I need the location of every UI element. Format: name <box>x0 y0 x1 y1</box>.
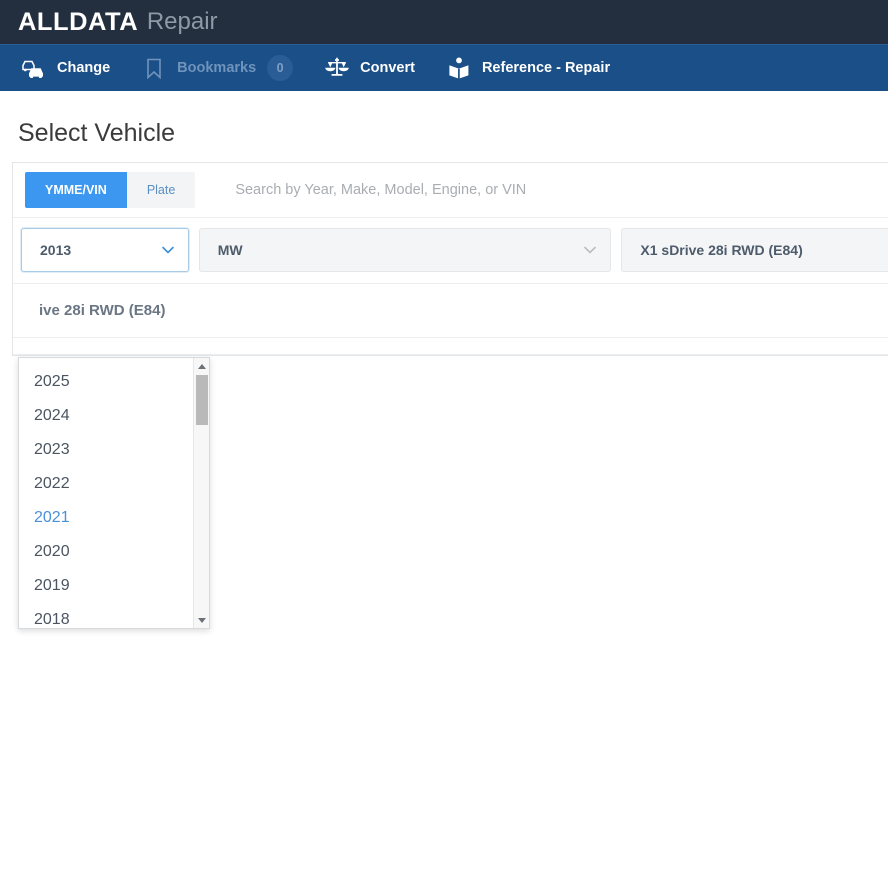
tab-plate[interactable]: Plate <box>126 172 196 208</box>
nav-label-change: Change <box>57 60 111 76</box>
main-navigation-bar: Change Bookmarks 0 Convert Reference - R… <box>0 44 888 91</box>
scroll-down-arrow-icon[interactable] <box>194 613 210 627</box>
vehicle-selector-row: 2013 MW X1 sDrive 28i RWD (E84) <box>13 218 888 283</box>
year-select[interactable]: 2013 <box>21 228 189 272</box>
page-title: Select Vehicle <box>18 119 176 147</box>
vehicle-search-input[interactable] <box>233 181 888 199</box>
balance-scale-icon <box>323 56 351 80</box>
year-option-highlighted[interactable]: 2021 <box>19 501 193 535</box>
year-option[interactable]: 2020 <box>19 535 193 569</box>
tab-ymme-vin[interactable]: YMME/VIN <box>25 172 127 208</box>
brand-bar: ALLDATA Repair <box>0 0 888 44</box>
select-vehicle-card: YMME/VIN Plate 2013 MW <box>12 162 888 356</box>
vehicle-summary-text: ive 28i RWD (E84) <box>39 302 166 319</box>
nav-item-convert[interactable]: Convert <box>323 45 415 92</box>
vehicle-summary-row: ive 28i RWD (E84) <box>13 283 888 337</box>
person-reading-book-icon <box>445 56 473 80</box>
vehicle-summary-spacer <box>13 337 888 355</box>
brand-logo-alldata: ALLDATA <box>18 7 139 36</box>
scroll-up-arrow-icon[interactable] <box>194 359 210 373</box>
two-cars-icon <box>20 56 48 80</box>
bookmarks-count-badge: 0 <box>267 55 294 81</box>
year-dropdown-scrollbar[interactable] <box>193 358 209 628</box>
brand-product-repair: Repair <box>146 8 218 35</box>
year-option[interactable]: 2018 <box>19 603 193 628</box>
year-option[interactable]: 2024 <box>19 399 193 433</box>
make-select[interactable]: MW <box>198 228 612 272</box>
nav-label-bookmarks: Bookmarks <box>177 60 257 76</box>
page-body: Select Vehicle YMME/VIN Plate 2013 MW <box>0 91 888 629</box>
bookmark-icon <box>140 56 168 80</box>
scrollbar-thumb[interactable] <box>196 375 208 425</box>
nav-label-convert: Convert <box>360 60 415 76</box>
chevron-down-icon <box>582 242 598 258</box>
year-option[interactable]: 2023 <box>19 433 193 467</box>
year-dropdown-options: 2025 2024 2023 2022 2021 2020 2019 2018 <box>19 358 193 628</box>
vehicle-search-row: YMME/VIN Plate <box>13 163 888 218</box>
nav-item-change[interactable]: Change <box>20 45 110 92</box>
make-select-value: MW <box>217 242 243 258</box>
year-option[interactable]: 2022 <box>19 467 193 501</box>
nav-item-reference-repair[interactable]: Reference - Repair <box>445 45 610 92</box>
search-mode-toggle: YMME/VIN Plate <box>25 172 196 208</box>
chevron-down-icon <box>160 242 176 258</box>
year-select-value: 2013 <box>40 242 72 258</box>
year-option[interactable]: 2025 <box>19 365 193 399</box>
nav-label-reference-repair: Reference - Repair <box>481 60 611 76</box>
nav-item-bookmarks[interactable]: Bookmarks 0 <box>140 45 294 92</box>
year-option[interactable]: 2019 <box>19 569 193 603</box>
model-select-value: X1 sDrive 28i RWD (E84) <box>640 242 803 258</box>
year-dropdown-list[interactable]: 2025 2024 2023 2022 2021 2020 2019 2018 <box>18 357 210 629</box>
model-select[interactable]: X1 sDrive 28i RWD (E84) <box>621 228 888 272</box>
